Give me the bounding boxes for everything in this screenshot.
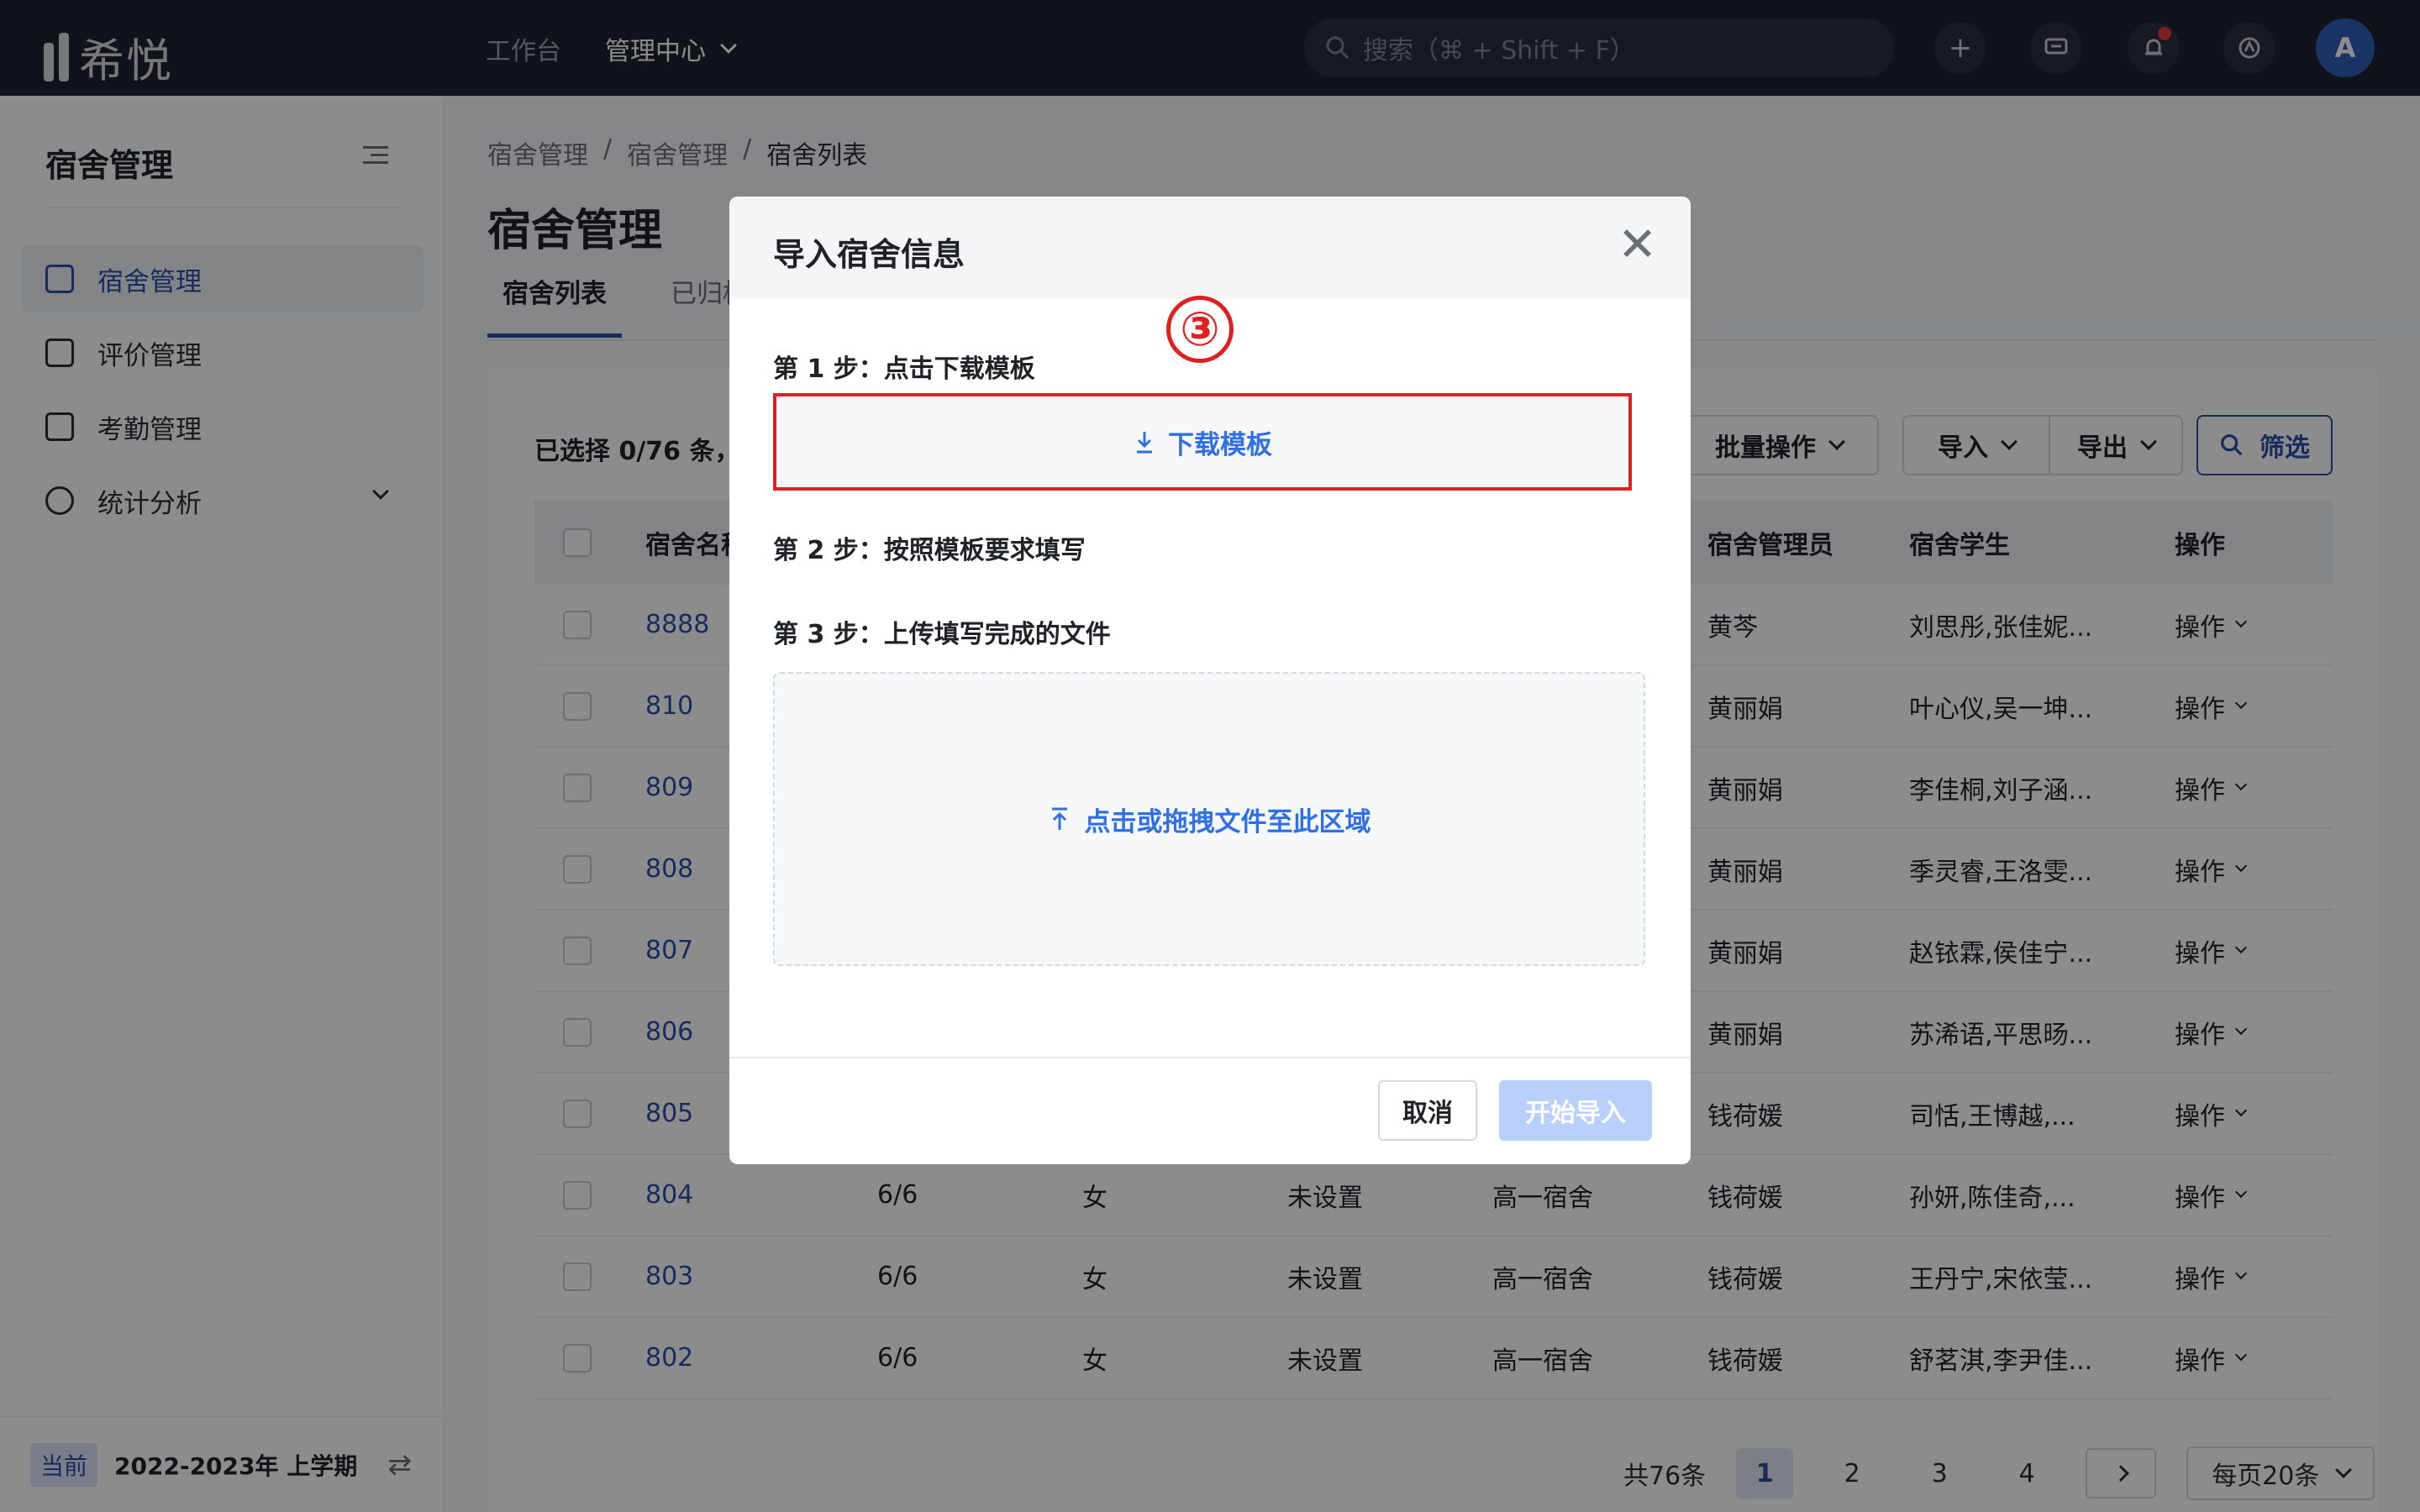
- dialog-header: 导入宿舍信息 ✕: [729, 197, 1691, 299]
- download-template-label: 下载模板: [1168, 429, 1272, 460]
- import-dialog: 导入宿舍信息 ✕ ③ 第 1 步：点击下载模板 下载模板 第 2 步：按照模板要…: [729, 197, 1691, 1164]
- step-annotation-marker: ③: [1166, 296, 1234, 363]
- upload-icon: [1051, 807, 1067, 830]
- download-template-button[interactable]: 下载模板: [773, 393, 1632, 491]
- step-1-label: 第 1 步：点击下载模板: [773, 354, 1035, 384]
- step-2-label: 第 2 步：按照模板要求填写: [773, 536, 1086, 565]
- step-3-label: 第 3 步：上传填写完成的文件: [773, 620, 1111, 649]
- start-import-button[interactable]: 开始导入: [1499, 1080, 1652, 1141]
- dialog-title: 导入宿舍信息: [773, 236, 965, 273]
- close-icon[interactable]: ✕: [1618, 222, 1657, 269]
- cancel-button[interactable]: 取消: [1378, 1080, 1477, 1141]
- download-icon: [1137, 432, 1152, 454]
- file-upload-dropzone[interactable]: 点击或拖拽文件至此区域: [773, 672, 1645, 966]
- dialog-footer-divider: [729, 1057, 1691, 1058]
- upload-label: 点击或拖拽文件至此区域: [1084, 806, 1371, 837]
